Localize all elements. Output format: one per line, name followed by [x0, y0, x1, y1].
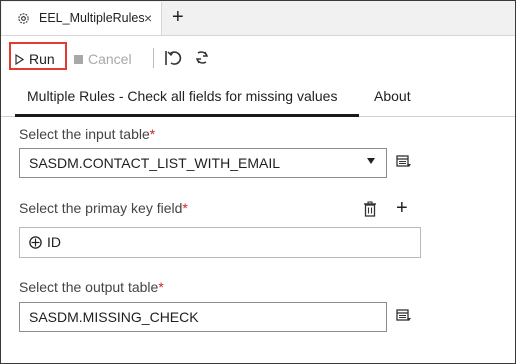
browse-table-icon[interactable]: [396, 309, 412, 323]
output-table-value: SASDM.MISSING_CHECK: [29, 309, 199, 325]
output-table-field[interactable]: SASDM.MISSING_CHECK: [19, 302, 387, 332]
cancel-button[interactable]: Cancel: [74, 51, 132, 67]
tab-about[interactable]: About: [374, 88, 411, 104]
input-table-label: Select the input table*: [19, 126, 155, 142]
document-tab[interactable]: EEL_MultipleRules ×: [2, 2, 162, 35]
active-tab-indicator: [15, 114, 359, 117]
required-marker: *: [182, 200, 188, 216]
input-table-value: SASDM.CONTACT_LIST_WITH_EMAIL: [29, 155, 281, 171]
add-tab-icon[interactable]: +: [172, 6, 184, 28]
run-label: Run: [29, 51, 55, 67]
run-icon: [15, 53, 24, 65]
run-button[interactable]: Run: [15, 51, 55, 67]
primary-key-list[interactable]: ID: [19, 227, 421, 258]
close-icon[interactable]: ×: [144, 10, 152, 26]
input-table-select[interactable]: SASDM.CONTACT_LIST_WITH_EMAIL: [19, 148, 387, 178]
step-tabs: Multiple Rules - Check all fields for mi…: [1, 80, 515, 117]
primary-key-item[interactable]: ID: [47, 234, 61, 250]
required-marker: *: [158, 279, 164, 295]
document-tab-bar: EEL_MultipleRules × +: [1, 1, 515, 36]
output-table-label: Select the output table*: [19, 279, 164, 295]
undo-icon[interactable]: [164, 49, 182, 67]
input-table-label-text: Select the input table: [19, 126, 150, 142]
required-marker: *: [149, 126, 156, 142]
trash-icon[interactable]: [363, 201, 377, 217]
primary-key-label: Select the primay key field*: [19, 200, 188, 216]
browse-table-icon[interactable]: [396, 155, 412, 169]
key-column-icon: [29, 236, 42, 249]
gear-icon: [18, 13, 29, 24]
output-table-label-text: Select the output table: [19, 279, 159, 295]
primary-key-label-text: Select the primay key field: [19, 200, 183, 216]
add-icon[interactable]: +: [396, 198, 408, 218]
tab-multiple-rules[interactable]: Multiple Rules - Check all fields for mi…: [27, 88, 337, 104]
refresh-icon[interactable]: [194, 49, 210, 67]
app-window: EEL_MultipleRules × + Run Cancel Multipl…: [0, 0, 516, 364]
cancel-icon: [74, 54, 83, 64]
document-tab-title: EEL_MultipleRules: [39, 11, 145, 25]
dropdown-caret-icon[interactable]: [367, 158, 375, 164]
cancel-label: Cancel: [88, 51, 132, 67]
toolbar-separator: [153, 48, 154, 68]
